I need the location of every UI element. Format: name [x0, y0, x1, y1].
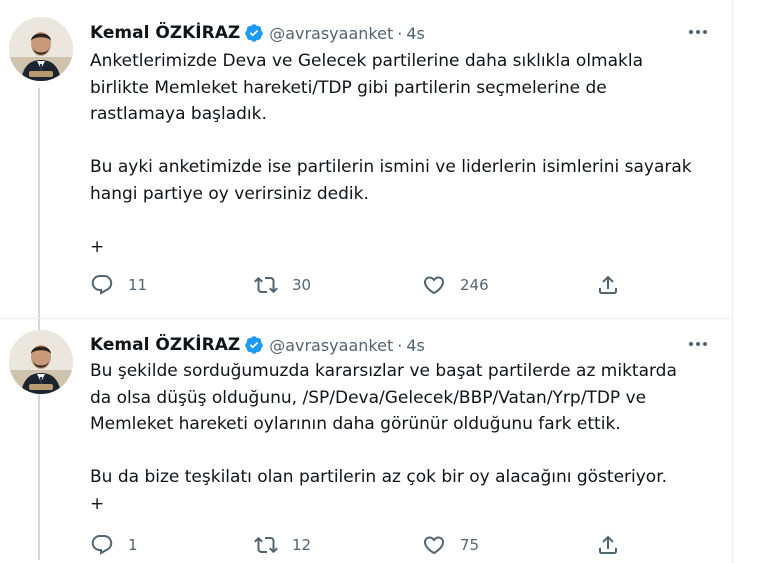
- tweet-1[interactable]: Kemal ÖZKİRAZ @avrasyaanket · 4s Anketle…: [0, 0, 732, 319]
- display-name[interactable]: Kemal ÖZKİRAZ: [90, 23, 240, 43]
- share-icon: [599, 535, 617, 554]
- verified-badge-icon: [244, 335, 264, 355]
- reply-button[interactable]: 1: [90, 530, 138, 560]
- retweet-button[interactable]: 30: [254, 270, 311, 300]
- share-button[interactable]: [596, 530, 620, 560]
- reply-button[interactable]: 11: [90, 270, 147, 300]
- tweet-header: Kemal ÖZKİRAZ @avrasyaanket · 4s: [90, 333, 425, 357]
- like-count: 246: [460, 276, 489, 294]
- like-button[interactable]: 246: [422, 270, 489, 300]
- timestamp[interactable]: 4s: [406, 336, 425, 355]
- tweet-text: Bu şekilde sorduğumuzda kararsızlar ve b…: [90, 361, 677, 514]
- user-handle[interactable]: @avrasyaanket: [269, 24, 393, 43]
- tweet-text: Anketlerimizde Deva ve Gelecek partileri…: [90, 51, 692, 257]
- heart-icon: [423, 536, 445, 555]
- verified-badge-icon: [244, 23, 264, 43]
- display-name[interactable]: Kemal ÖZKİRAZ: [90, 335, 240, 355]
- more-options-icon[interactable]: [684, 22, 712, 42]
- retweet-icon: [254, 276, 278, 294]
- user-handle[interactable]: @avrasyaanket: [269, 336, 393, 355]
- tweet-actions: 1 12 75: [88, 530, 648, 560]
- reply-count: 1: [128, 536, 138, 554]
- thread-feed: Kemal ÖZKİRAZ @avrasyaanket · 4s Anketle…: [0, 0, 733, 563]
- retweet-count: 12: [292, 536, 312, 554]
- tweet-header: Kemal ÖZKİRAZ @avrasyaanket · 4s: [90, 21, 425, 45]
- retweet-count: 30: [292, 276, 312, 294]
- avatar-photo: [9, 17, 73, 81]
- separator-dot: ·: [397, 335, 403, 355]
- avatar[interactable]: [9, 17, 73, 81]
- reply-icon: [91, 275, 113, 295]
- like-count: 75: [460, 536, 480, 554]
- more-options-icon[interactable]: [684, 334, 712, 354]
- timestamp[interactable]: 4s: [406, 24, 425, 43]
- reply-count: 11: [128, 276, 148, 294]
- share-button[interactable]: [596, 270, 620, 300]
- tweet-actions: 11 30 246: [88, 270, 648, 300]
- share-icon: [599, 275, 617, 294]
- separator-dot: ·: [397, 23, 403, 43]
- avatar-photo: [9, 330, 73, 394]
- like-button[interactable]: 75: [422, 530, 479, 560]
- retweet-icon: [254, 536, 278, 554]
- avatar[interactable]: [9, 330, 73, 394]
- heart-icon: [423, 276, 445, 295]
- retweet-button[interactable]: 12: [254, 530, 311, 560]
- reply-icon: [91, 535, 113, 555]
